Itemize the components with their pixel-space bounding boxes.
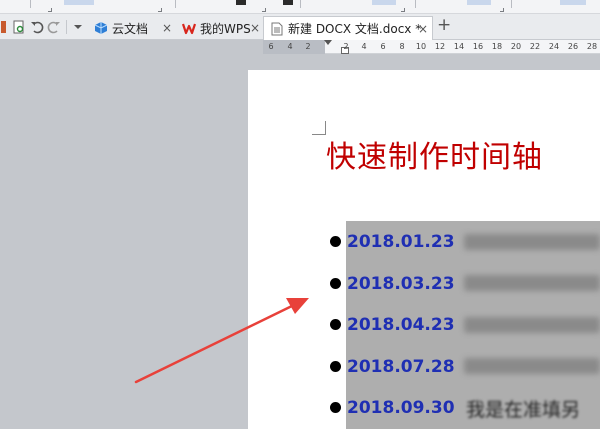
blurred-text bbox=[464, 358, 600, 374]
bullet-icon bbox=[330, 278, 341, 289]
tab-new-docx[interactable]: 新建 DOCX 文档.docx * × bbox=[263, 16, 433, 40]
print-preview-icon[interactable] bbox=[11, 19, 27, 35]
ruler-number: 16 bbox=[472, 42, 484, 51]
blurred-text bbox=[464, 234, 600, 250]
ribbon-color-fragment[interactable] bbox=[283, 0, 293, 5]
ruler-number: 12 bbox=[434, 42, 446, 51]
ruler-number: 2 bbox=[343, 42, 349, 51]
ribbon-dialog-launcher-icon[interactable] bbox=[48, 8, 52, 12]
tab-my-wps[interactable]: 我的WPS × bbox=[176, 16, 264, 40]
ruler-number: 4 bbox=[287, 42, 293, 51]
close-icon[interactable]: × bbox=[162, 21, 172, 35]
timeline-date[interactable]: 2018.01.23 bbox=[347, 231, 455, 253]
blurred-text bbox=[464, 317, 600, 333]
ribbon-button-fragment[interactable] bbox=[64, 0, 94, 5]
cloud-doc-icon bbox=[94, 21, 108, 35]
wps-logo-icon bbox=[182, 21, 196, 35]
horizontal-ruler[interactable]: 6 4 2 2 4 6 8 10 12 14 16 18 20 22 24 26… bbox=[263, 40, 600, 54]
ruler-number: 14 bbox=[453, 42, 465, 51]
redo-icon[interactable] bbox=[47, 19, 61, 35]
timeline-date[interactable]: 2018.03.23 bbox=[347, 273, 455, 295]
ruler-number: 6 bbox=[268, 42, 274, 51]
ruler-number: 22 bbox=[529, 42, 541, 51]
close-icon[interactable]: × bbox=[418, 22, 428, 36]
bullet-icon bbox=[330, 402, 341, 413]
ruler-number: 20 bbox=[510, 42, 522, 51]
ruler-number: 26 bbox=[567, 42, 579, 51]
ruler-number: 2 bbox=[305, 42, 311, 51]
tab-label: 我的WPS bbox=[200, 21, 251, 36]
timeline-date[interactable]: 2018.04.23 bbox=[347, 314, 455, 336]
first-line-indent-marker[interactable] bbox=[324, 40, 332, 45]
ribbon-button-fragment[interactable] bbox=[467, 0, 491, 5]
ribbon-dialog-launcher-icon[interactable] bbox=[262, 8, 266, 12]
tab-label: 新建 DOCX 文档.docx * bbox=[288, 22, 422, 36]
ribbon-dialog-launcher-icon[interactable] bbox=[401, 8, 405, 12]
tab-cloud-docs[interactable]: 云文档 × bbox=[88, 16, 176, 40]
menu-edge-icon[interactable] bbox=[0, 19, 8, 35]
ruler-number: 6 bbox=[380, 42, 386, 51]
ribbon-color-fragment[interactable] bbox=[236, 0, 246, 5]
ruler-number: 24 bbox=[548, 42, 560, 51]
document-tab-bar: 云文档 × 我的WPS × 新建 DOCX 文档.docx * × + bbox=[0, 14, 600, 40]
ruler-number: 18 bbox=[491, 42, 503, 51]
new-tab-button[interactable]: + bbox=[437, 15, 451, 35]
ruler-number: 8 bbox=[399, 42, 405, 51]
ribbon-dialog-launcher-icon[interactable] bbox=[158, 8, 162, 12]
ruler-number: 28 bbox=[586, 42, 598, 51]
tab-label: 云文档 bbox=[112, 21, 149, 36]
page-margin-corner-mark bbox=[312, 121, 326, 135]
blurred-text bbox=[464, 275, 600, 291]
bullet-icon bbox=[330, 319, 341, 330]
chevron-down-icon[interactable] bbox=[71, 19, 85, 35]
ribbon-button-fragment[interactable] bbox=[560, 0, 586, 5]
timeline-date[interactable]: 2018.07.28 bbox=[347, 356, 455, 378]
undo-icon[interactable] bbox=[29, 19, 45, 35]
document-title[interactable]: 快速制作时间轴 bbox=[326, 140, 543, 176]
ribbon-button-fragment[interactable] bbox=[372, 0, 396, 5]
close-icon[interactable]: × bbox=[250, 21, 260, 35]
document-icon bbox=[270, 22, 284, 36]
timeline-text[interactable]: 我是在准填另 bbox=[466, 398, 580, 422]
bullet-icon bbox=[330, 361, 341, 372]
bullet-icon bbox=[330, 236, 341, 247]
ruler-number: 4 bbox=[361, 42, 367, 51]
timeline-date[interactable]: 2018.09.30 bbox=[347, 397, 455, 419]
ribbon-dialog-launcher-icon[interactable] bbox=[500, 8, 504, 12]
ruler-number: 10 bbox=[415, 42, 427, 51]
ribbon-strip bbox=[0, 0, 600, 14]
